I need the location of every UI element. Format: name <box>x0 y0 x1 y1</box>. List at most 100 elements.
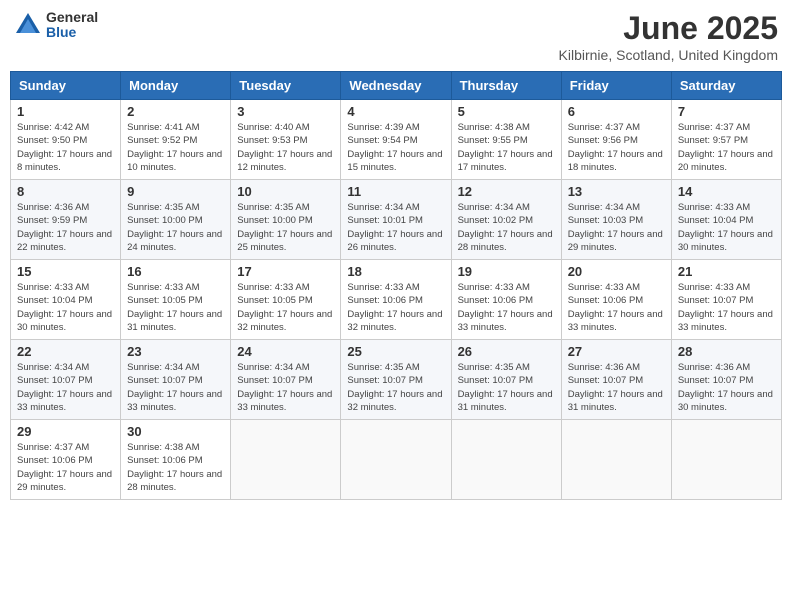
calendar-day-cell: 24 Sunrise: 4:34 AM Sunset: 10:07 PM Day… <box>231 340 341 420</box>
calendar-day-cell: 5 Sunrise: 4:38 AM Sunset: 9:55 PM Dayli… <box>451 100 561 180</box>
calendar-day-cell: 28 Sunrise: 4:36 AM Sunset: 10:07 PM Day… <box>671 340 781 420</box>
calendar-day-cell: 12 Sunrise: 4:34 AM Sunset: 10:02 PM Day… <box>451 180 561 260</box>
calendar-week-row: 8 Sunrise: 4:36 AM Sunset: 9:59 PM Dayli… <box>11 180 782 260</box>
calendar-day-cell: 9 Sunrise: 4:35 AM Sunset: 10:00 PM Dayl… <box>121 180 231 260</box>
day-info: Sunrise: 4:42 AM Sunset: 9:50 PM Dayligh… <box>17 121 114 174</box>
day-number: 27 <box>568 344 665 359</box>
calendar-day-cell: 20 Sunrise: 4:33 AM Sunset: 10:06 PM Day… <box>561 260 671 340</box>
header: General Blue June 2025 Kilbirnie, Scotla… <box>10 10 782 63</box>
logo-icon <box>14 11 42 39</box>
day-info: Sunrise: 4:36 AM Sunset: 10:07 PM Daylig… <box>568 361 665 414</box>
logo-general: General <box>46 10 98 25</box>
calendar-day-cell: 13 Sunrise: 4:34 AM Sunset: 10:03 PM Day… <box>561 180 671 260</box>
calendar-day-cell <box>561 420 671 500</box>
weekday-header-row: Sunday Monday Tuesday Wednesday Thursday… <box>11 72 782 100</box>
day-info: Sunrise: 4:33 AM Sunset: 10:06 PM Daylig… <box>458 281 555 334</box>
day-number: 22 <box>17 344 114 359</box>
day-number: 25 <box>347 344 444 359</box>
calendar-day-cell: 15 Sunrise: 4:33 AM Sunset: 10:04 PM Day… <box>11 260 121 340</box>
day-number: 18 <box>347 264 444 279</box>
day-number: 30 <box>127 424 224 439</box>
day-info: Sunrise: 4:34 AM Sunset: 10:03 PM Daylig… <box>568 201 665 254</box>
day-info: Sunrise: 4:34 AM Sunset: 10:02 PM Daylig… <box>458 201 555 254</box>
calendar-day-cell: 2 Sunrise: 4:41 AM Sunset: 9:52 PM Dayli… <box>121 100 231 180</box>
day-number: 9 <box>127 184 224 199</box>
calendar-day-cell <box>231 420 341 500</box>
day-number: 24 <box>237 344 334 359</box>
day-number: 20 <box>568 264 665 279</box>
day-info: Sunrise: 4:35 AM Sunset: 10:07 PM Daylig… <box>458 361 555 414</box>
day-number: 19 <box>458 264 555 279</box>
day-number: 13 <box>568 184 665 199</box>
day-number: 5 <box>458 104 555 119</box>
calendar-day-cell <box>341 420 451 500</box>
calendar-day-cell: 22 Sunrise: 4:34 AM Sunset: 10:07 PM Day… <box>11 340 121 420</box>
weekday-sunday: Sunday <box>11 72 121 100</box>
day-info: Sunrise: 4:35 AM Sunset: 10:00 PM Daylig… <box>127 201 224 254</box>
day-number: 21 <box>678 264 775 279</box>
day-info: Sunrise: 4:41 AM Sunset: 9:52 PM Dayligh… <box>127 121 224 174</box>
logo: General Blue <box>14 10 98 41</box>
day-info: Sunrise: 4:34 AM Sunset: 10:07 PM Daylig… <box>127 361 224 414</box>
calendar-day-cell: 8 Sunrise: 4:36 AM Sunset: 9:59 PM Dayli… <box>11 180 121 260</box>
calendar-day-cell: 19 Sunrise: 4:33 AM Sunset: 10:06 PM Day… <box>451 260 561 340</box>
day-number: 6 <box>568 104 665 119</box>
day-number: 15 <box>17 264 114 279</box>
weekday-saturday: Saturday <box>671 72 781 100</box>
day-info: Sunrise: 4:38 AM Sunset: 9:55 PM Dayligh… <box>458 121 555 174</box>
weekday-tuesday: Tuesday <box>231 72 341 100</box>
day-number: 16 <box>127 264 224 279</box>
day-info: Sunrise: 4:33 AM Sunset: 10:04 PM Daylig… <box>678 201 775 254</box>
calendar-day-cell: 25 Sunrise: 4:35 AM Sunset: 10:07 PM Day… <box>341 340 451 420</box>
calendar-day-cell: 29 Sunrise: 4:37 AM Sunset: 10:06 PM Day… <box>11 420 121 500</box>
day-info: Sunrise: 4:33 AM Sunset: 10:07 PM Daylig… <box>678 281 775 334</box>
day-info: Sunrise: 4:40 AM Sunset: 9:53 PM Dayligh… <box>237 121 334 174</box>
day-number: 8 <box>17 184 114 199</box>
day-info: Sunrise: 4:35 AM Sunset: 10:07 PM Daylig… <box>347 361 444 414</box>
calendar-table: Sunday Monday Tuesday Wednesday Thursday… <box>10 71 782 500</box>
day-number: 23 <box>127 344 224 359</box>
calendar-day-cell: 16 Sunrise: 4:33 AM Sunset: 10:05 PM Day… <box>121 260 231 340</box>
day-number: 28 <box>678 344 775 359</box>
calendar-day-cell: 18 Sunrise: 4:33 AM Sunset: 10:06 PM Day… <box>341 260 451 340</box>
calendar-day-cell: 11 Sunrise: 4:34 AM Sunset: 10:01 PM Day… <box>341 180 451 260</box>
day-number: 7 <box>678 104 775 119</box>
calendar-week-row: 1 Sunrise: 4:42 AM Sunset: 9:50 PM Dayli… <box>11 100 782 180</box>
day-number: 12 <box>458 184 555 199</box>
day-info: Sunrise: 4:33 AM Sunset: 10:06 PM Daylig… <box>568 281 665 334</box>
day-info: Sunrise: 4:34 AM Sunset: 10:07 PM Daylig… <box>237 361 334 414</box>
day-number: 14 <box>678 184 775 199</box>
calendar-day-cell: 26 Sunrise: 4:35 AM Sunset: 10:07 PM Day… <box>451 340 561 420</box>
day-info: Sunrise: 4:37 AM Sunset: 9:56 PM Dayligh… <box>568 121 665 174</box>
title-area: June 2025 Kilbirnie, Scotland, United Ki… <box>559 10 778 63</box>
day-number: 10 <box>237 184 334 199</box>
day-info: Sunrise: 4:33 AM Sunset: 10:04 PM Daylig… <box>17 281 114 334</box>
day-info: Sunrise: 4:33 AM Sunset: 10:05 PM Daylig… <box>237 281 334 334</box>
calendar-day-cell: 27 Sunrise: 4:36 AM Sunset: 10:07 PM Day… <box>561 340 671 420</box>
day-number: 2 <box>127 104 224 119</box>
calendar-day-cell: 30 Sunrise: 4:38 AM Sunset: 10:06 PM Day… <box>121 420 231 500</box>
calendar-day-cell: 17 Sunrise: 4:33 AM Sunset: 10:05 PM Day… <box>231 260 341 340</box>
calendar-subtitle: Kilbirnie, Scotland, United Kingdom <box>559 47 778 63</box>
day-info: Sunrise: 4:37 AM Sunset: 10:06 PM Daylig… <box>17 441 114 494</box>
day-info: Sunrise: 4:33 AM Sunset: 10:06 PM Daylig… <box>347 281 444 334</box>
day-number: 26 <box>458 344 555 359</box>
day-number: 1 <box>17 104 114 119</box>
day-info: Sunrise: 4:39 AM Sunset: 9:54 PM Dayligh… <box>347 121 444 174</box>
calendar-day-cell: 1 Sunrise: 4:42 AM Sunset: 9:50 PM Dayli… <box>11 100 121 180</box>
day-number: 4 <box>347 104 444 119</box>
calendar-day-cell <box>451 420 561 500</box>
day-info: Sunrise: 4:34 AM Sunset: 10:07 PM Daylig… <box>17 361 114 414</box>
calendar-title: June 2025 <box>559 10 778 47</box>
weekday-thursday: Thursday <box>451 72 561 100</box>
day-info: Sunrise: 4:36 AM Sunset: 9:59 PM Dayligh… <box>17 201 114 254</box>
weekday-monday: Monday <box>121 72 231 100</box>
calendar-day-cell: 10 Sunrise: 4:35 AM Sunset: 10:00 PM Day… <box>231 180 341 260</box>
day-info: Sunrise: 4:35 AM Sunset: 10:00 PM Daylig… <box>237 201 334 254</box>
day-info: Sunrise: 4:38 AM Sunset: 10:06 PM Daylig… <box>127 441 224 494</box>
weekday-friday: Friday <box>561 72 671 100</box>
day-info: Sunrise: 4:37 AM Sunset: 9:57 PM Dayligh… <box>678 121 775 174</box>
logo-text: General Blue <box>46 10 98 41</box>
weekday-wednesday: Wednesday <box>341 72 451 100</box>
day-info: Sunrise: 4:33 AM Sunset: 10:05 PM Daylig… <box>127 281 224 334</box>
